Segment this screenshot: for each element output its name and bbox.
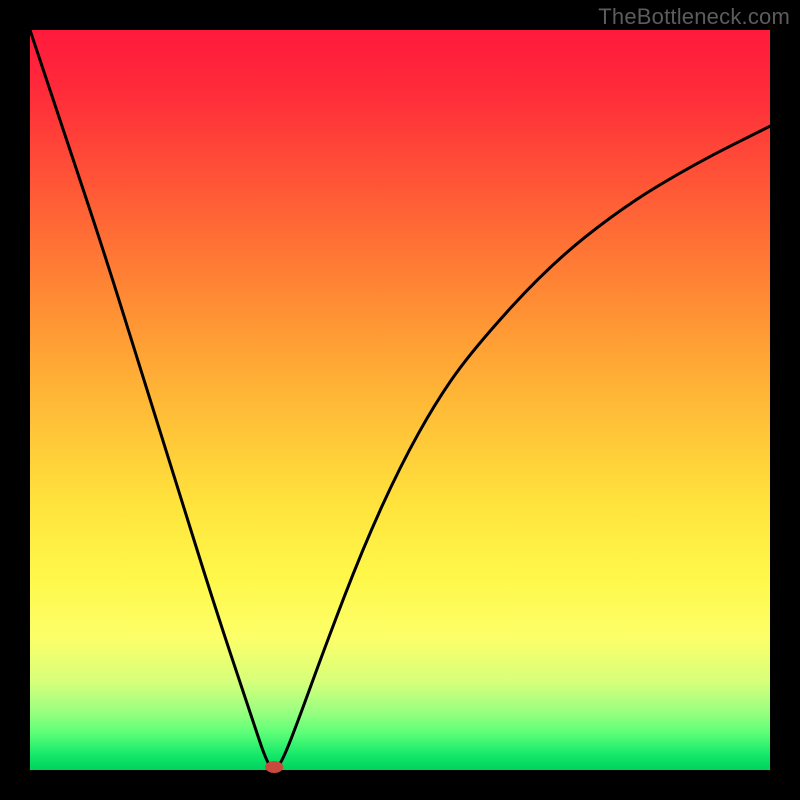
chart-frame: TheBottleneck.com (0, 0, 800, 800)
bottleneck-curve (30, 30, 770, 768)
vertex-marker (265, 761, 283, 773)
watermark-text: TheBottleneck.com (598, 4, 790, 30)
curve-layer (30, 30, 770, 770)
